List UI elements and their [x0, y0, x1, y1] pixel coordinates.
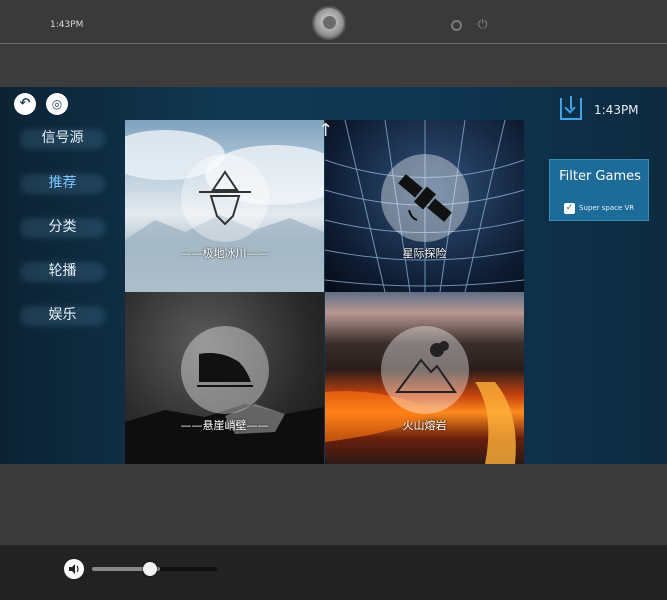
tile-caption: 火山熔岩: [402, 419, 447, 432]
back-arrow-icon[interactable]: ↶: [14, 93, 36, 115]
filter-games-panel: Filter Games ✓ Super space VR: [549, 159, 649, 221]
scroll-up-arrow-icon[interactable]: ↑: [318, 122, 333, 140]
filter-option-label[interactable]: Super space VR: [579, 203, 634, 214]
power-icon[interactable]: ⏻: [478, 17, 488, 31]
volcano-icon: [381, 326, 469, 414]
tile-caption: ——悬崖峭壁——: [180, 419, 269, 432]
tile-caption: 星际探险: [402, 247, 447, 260]
nav-item-recommended[interactable]: 推荐: [0, 168, 125, 198]
nav-item-label: 分类: [48, 219, 77, 235]
status-time: 1:43PM: [50, 20, 84, 30]
cliff-wave-icon: [181, 326, 269, 414]
tile-polar-glacier[interactable]: ——极地冰川——: [125, 120, 324, 292]
filter-checkbox[interactable]: ✓: [564, 203, 575, 214]
filter-title: Filter Games: [559, 169, 641, 184]
gear-icon[interactable]: [451, 20, 462, 31]
profile-avatar[interactable]: [312, 6, 346, 40]
nav-item-categories[interactable]: 分类: [0, 212, 125, 242]
nav-item-entertainment[interactable]: 娱乐: [0, 300, 125, 330]
nav-item-label: 娱乐: [48, 307, 77, 323]
header-band: [0, 45, 667, 87]
nav-item-source[interactable]: 信号源: [0, 123, 125, 153]
nav-item-carousel[interactable]: 轮播: [0, 256, 125, 286]
iceberg-icon: [181, 154, 269, 242]
lower-band: [0, 464, 667, 545]
volume-knob[interactable]: [143, 562, 157, 576]
status-bar: 1:43PM ⏻: [0, 0, 667, 44]
fingerprint-icon[interactable]: ◎: [46, 93, 68, 115]
tile-cliff-precipice[interactable]: ——悬崖峭壁——: [125, 292, 324, 464]
tile-interstellar-exploration[interactable]: 星际探险: [325, 120, 524, 292]
bottom-bar: [0, 545, 667, 600]
speaker-icon[interactable]: [64, 559, 84, 579]
nav-item-label: 轮播: [48, 263, 77, 279]
nav-item-label: 信号源: [41, 130, 84, 146]
nav-item-label: 推荐: [48, 175, 77, 191]
satellite-icon: [381, 154, 469, 242]
volume-slider[interactable]: [92, 562, 217, 576]
tile-volcano-lava[interactable]: 火山熔岩: [325, 292, 524, 464]
download-icon[interactable]: [560, 96, 582, 120]
clock: 1:43PM: [594, 103, 639, 117]
tile-caption: ——极地冰川——: [180, 247, 269, 260]
